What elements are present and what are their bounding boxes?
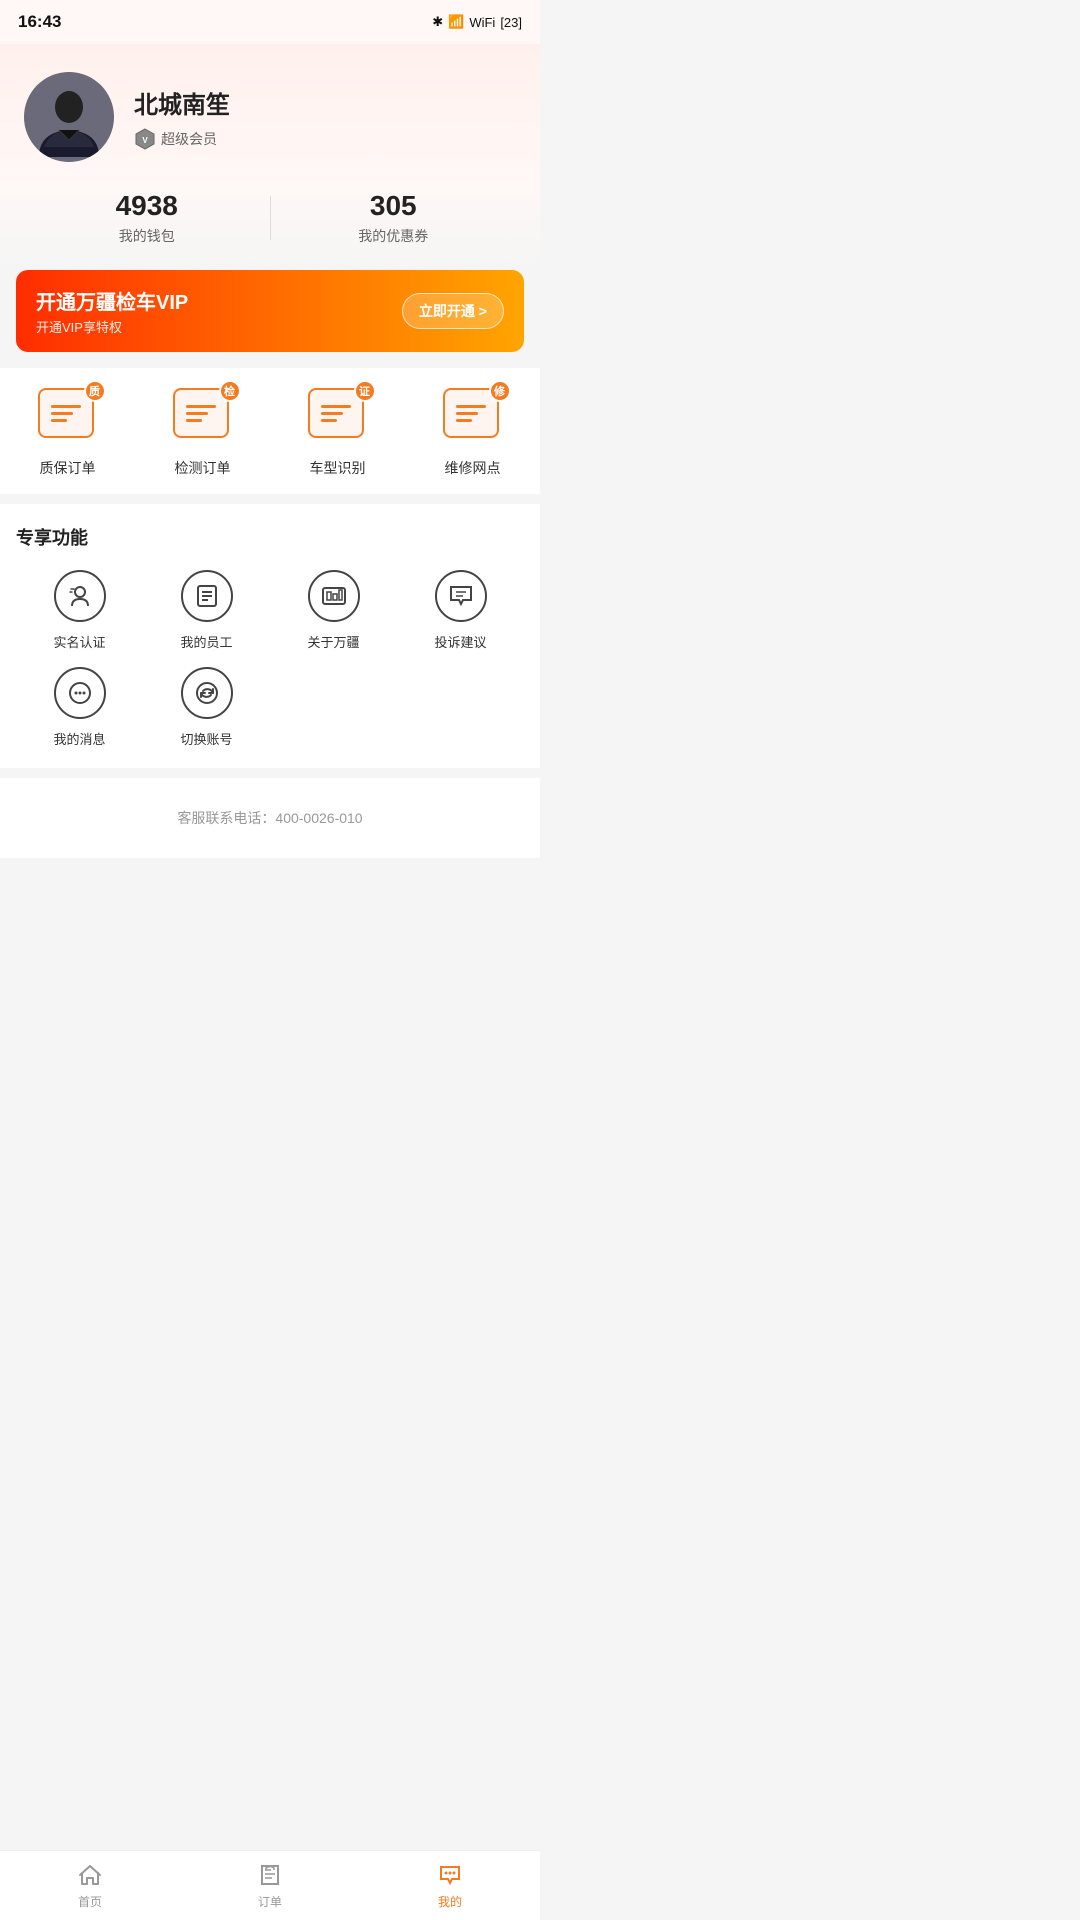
icon-line [456, 412, 478, 415]
exclusive-staff-label: 我的员工 [180, 632, 232, 651]
coupon-number: 305 [370, 190, 417, 222]
warranty-icon-lines [45, 399, 87, 428]
exclusive-grid: 实名认证 我的员工 [16, 570, 524, 748]
status-bar: 16:43 ✱ 📶 WiFi [23] [0, 0, 540, 44]
home-icon [76, 1861, 104, 1889]
bottom-nav: 首页 订单 我的 [0, 1850, 540, 1920]
vip-banner-title: 开通万疆检车VIP [36, 286, 188, 315]
my-icon [436, 1861, 464, 1889]
vip-label: 超级会员 [161, 129, 217, 149]
exclusive-message[interactable]: 我的消息 [16, 667, 143, 748]
repair-icon-lines [450, 399, 492, 428]
icon-line [51, 412, 73, 415]
nav-home[interactable]: 首页 [0, 1861, 180, 1910]
icon-line [321, 405, 351, 408]
nav-order[interactable]: 订单 [180, 1861, 360, 1910]
nav-home-label: 首页 [78, 1893, 102, 1910]
vip-hex-icon: V [134, 128, 156, 150]
profile-section: 北城南笙 V 超级会员 4938 我的钱包 305 我的优惠券 [0, 44, 540, 270]
exclusive-about-label: 关于万疆 [307, 632, 359, 651]
id-icon [54, 570, 106, 622]
action-repair[interactable]: 修 维修网点 [405, 388, 540, 478]
quick-actions: 质 质保订单 检 检测订单 证 [0, 368, 540, 494]
status-time: 16:43 [18, 12, 61, 32]
battery-icon: [23] [500, 15, 522, 30]
icon-line [186, 412, 208, 415]
vip-badge[interactable]: V 超级会员 [134, 128, 230, 150]
exclusive-complaint[interactable]: 投诉建议 [397, 570, 524, 651]
nav-my-label: 我的 [438, 1893, 462, 1910]
icon-line [456, 419, 472, 422]
complaint-icon [435, 570, 487, 622]
vip-banner-left: 开通万疆检车VIP 开通VIP享特权 [36, 286, 188, 336]
wifi-icon: WiFi [469, 15, 495, 30]
exclusive-title: 专享功能 [16, 524, 524, 550]
icon-line [321, 419, 337, 422]
status-icons: ✱ 📶 WiFi [23] [432, 14, 522, 30]
repair-label: 维修网点 [445, 458, 501, 478]
action-inspection[interactable]: 检 检测订单 [135, 388, 270, 478]
coupon-label: 我的优惠券 [358, 226, 428, 246]
message-icon [54, 667, 106, 719]
switch-icon [181, 667, 233, 719]
icon-line [186, 405, 216, 408]
wallet-stat[interactable]: 4938 我的钱包 [24, 190, 270, 246]
warranty-icon-wrap: 质 [38, 388, 98, 448]
cartype-icon-wrap: 证 [308, 388, 368, 448]
stats-row: 4938 我的钱包 305 我的优惠券 [24, 190, 516, 246]
icon-line [51, 405, 81, 408]
customer-service-text: 客服联系电话：400-0026-010 [177, 810, 362, 826]
exclusive-switch[interactable]: 切换账号 [143, 667, 270, 748]
inspection-icon-lines [180, 399, 222, 428]
bluetooth-icon: ✱ [432, 14, 443, 30]
warranty-label: 质保订单 [40, 458, 96, 478]
icon-line [51, 419, 67, 422]
icon-line [321, 412, 343, 415]
icon-line [456, 405, 486, 408]
exclusive-message-label: 我的消息 [53, 729, 105, 748]
inspection-icon-wrap: 检 [173, 388, 233, 448]
warranty-badge: 质 [84, 380, 106, 402]
exclusive-complaint-label: 投诉建议 [434, 632, 486, 651]
about-icon [308, 570, 360, 622]
inspection-label: 检测订单 [175, 458, 231, 478]
customer-service-section: 客服联系电话：400-0026-010 [0, 778, 540, 858]
wallet-label: 我的钱包 [119, 226, 175, 246]
cartype-icon-lines [315, 399, 357, 428]
repair-badge: 修 [489, 380, 511, 402]
exclusive-identity[interactable]: 实名认证 [16, 570, 143, 651]
profile-info: 北城南笙 V 超级会员 [134, 85, 230, 150]
coupon-stat[interactable]: 305 我的优惠券 [271, 190, 517, 246]
nav-order-label: 订单 [258, 1893, 282, 1910]
exclusive-identity-label: 实名认证 [53, 632, 105, 651]
icon-line [186, 419, 202, 422]
exclusive-about[interactable]: 关于万疆 [270, 570, 397, 651]
avatar[interactable] [24, 72, 114, 162]
svg-text:V: V [142, 136, 148, 145]
order-icon [256, 1861, 284, 1889]
profile-top: 北城南笙 V 超级会员 [24, 72, 516, 162]
exclusive-staff[interactable]: 我的员工 [143, 570, 270, 651]
action-warranty[interactable]: 质 质保订单 [0, 388, 135, 478]
vip-banner[interactable]: 开通万疆检车VIP 开通VIP享特权 立即开通 > [16, 270, 524, 352]
vip-open-button[interactable]: 立即开通 > [402, 293, 504, 329]
cartype-badge: 证 [354, 380, 376, 402]
action-cartype[interactable]: 证 车型识别 [270, 388, 405, 478]
profile-name: 北城南笙 [134, 85, 230, 120]
cartype-label: 车型识别 [310, 458, 366, 478]
repair-icon-wrap: 修 [443, 388, 503, 448]
inspection-badge: 检 [219, 380, 241, 402]
vip-banner-subtitle: 开通VIP享特权 [36, 317, 188, 336]
wallet-number: 4938 [116, 190, 178, 222]
staff-icon [181, 570, 233, 622]
exclusive-switch-label: 切换账号 [180, 729, 232, 748]
nav-my[interactable]: 我的 [360, 1861, 540, 1910]
signal-icon: 📶 [448, 14, 464, 30]
exclusive-section: 专享功能 实名认证 我的员工 [0, 504, 540, 768]
